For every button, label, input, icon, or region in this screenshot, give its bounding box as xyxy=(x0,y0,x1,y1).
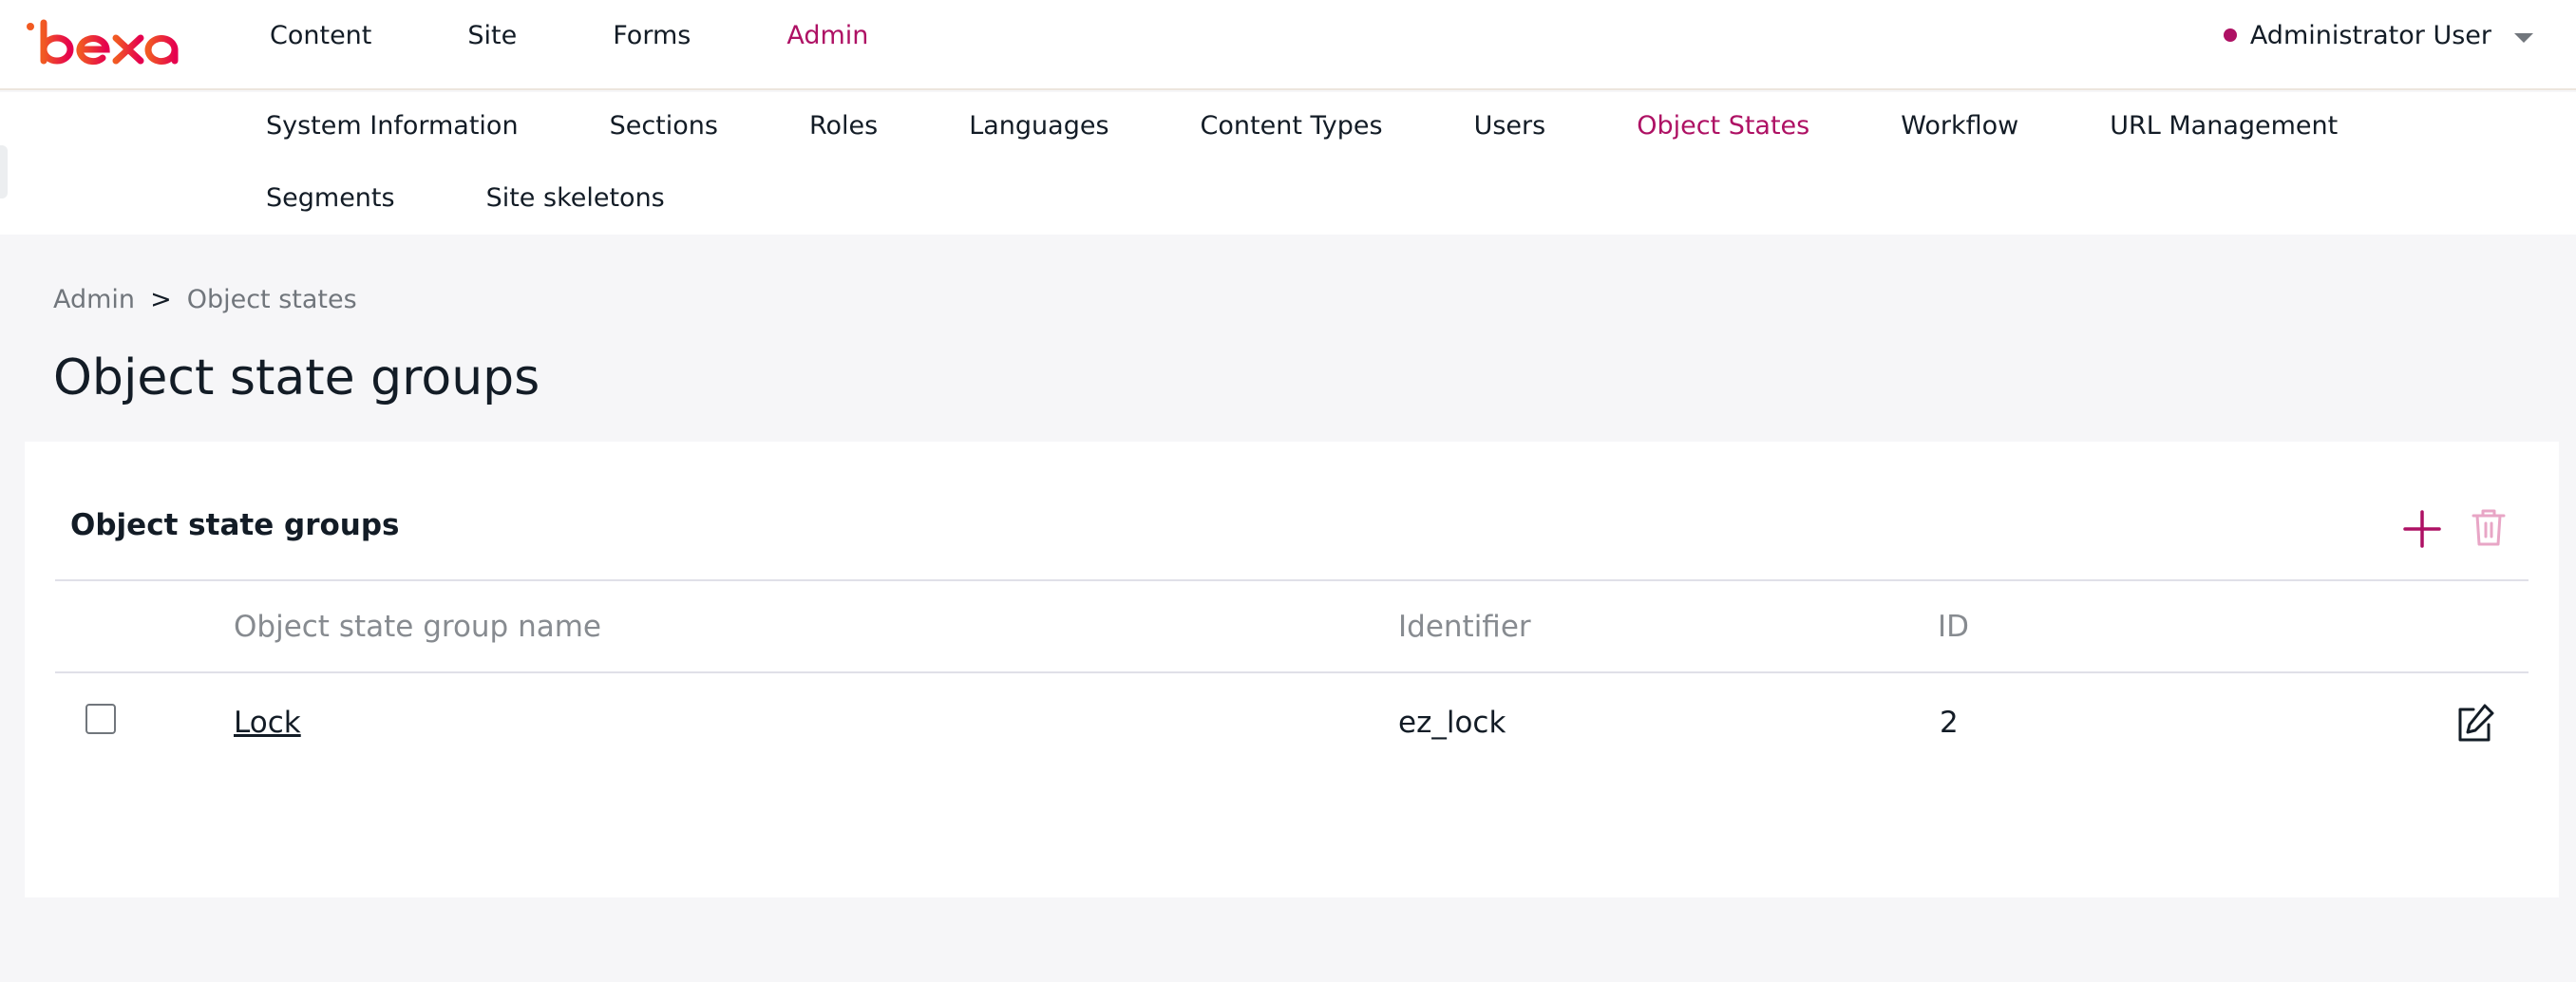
main-nav: Content Site Forms Admin xyxy=(270,0,964,71)
tab-workflow[interactable]: Workflow xyxy=(1901,111,2018,141)
subnav-row-1: System Information Sections Roles Langua… xyxy=(266,111,2429,141)
tab-sections[interactable]: Sections xyxy=(610,111,718,141)
group-identifier: ez_lock xyxy=(1398,706,1506,740)
tab-site-skeletons[interactable]: Site skeletons xyxy=(486,183,665,213)
nav-content[interactable]: Content xyxy=(270,21,371,50)
page-title: Object state groups xyxy=(53,349,540,406)
tab-system-information[interactable]: System Information xyxy=(266,111,519,141)
breadcrumb: Admin > Object states xyxy=(53,285,357,314)
group-id: 2 xyxy=(1940,706,1959,740)
tab-url-management[interactable]: URL Management xyxy=(2110,111,2338,141)
chevron-down-icon[interactable] xyxy=(2514,33,2533,43)
group-name-link[interactable]: Lock xyxy=(234,706,301,740)
sidebar-toggle[interactable] xyxy=(0,145,8,198)
breadcrumb-current: Object states xyxy=(186,285,357,314)
panel-header: Object state groups xyxy=(55,442,2529,581)
tab-segments[interactable]: Segments xyxy=(266,183,395,213)
admin-subnav: System Information Sections Roles Langua… xyxy=(0,92,2576,235)
user-name: Administrator User xyxy=(2249,20,2491,50)
table-header: Object state group name Identifier ID xyxy=(55,581,2529,673)
user-status-dot xyxy=(2223,28,2237,42)
breadcrumb-separator: > xyxy=(150,285,172,314)
table-row: Lock ez_lock 2 xyxy=(55,673,2529,778)
panel-title: Object state groups xyxy=(70,508,400,542)
top-bar: Content Site Forms Admin Administrator U… xyxy=(0,0,2576,90)
tab-users[interactable]: Users xyxy=(1474,111,1546,141)
plus-icon[interactable] xyxy=(2399,506,2445,552)
column-header-id[interactable]: ID xyxy=(1938,610,1969,644)
ibexa-logo[interactable] xyxy=(23,15,194,72)
nav-admin[interactable]: Admin xyxy=(786,21,868,50)
tab-languages[interactable]: Languages xyxy=(969,111,1108,141)
edit-icon[interactable] xyxy=(2453,700,2498,746)
subnav-row-2: Segments Site skeletons xyxy=(266,183,756,213)
tab-object-states[interactable]: Object States xyxy=(1637,111,1809,141)
tab-roles[interactable]: Roles xyxy=(809,111,878,141)
user-menu[interactable]: Administrator User xyxy=(2223,16,2533,54)
nav-forms[interactable]: Forms xyxy=(613,21,691,50)
column-header-identifier[interactable]: Identifier xyxy=(1398,610,1531,644)
object-state-groups-panel: Object state groups Object state group n… xyxy=(25,442,2559,897)
row-checkbox[interactable] xyxy=(85,704,116,734)
breadcrumb-admin[interactable]: Admin xyxy=(53,285,135,314)
tab-content-types[interactable]: Content Types xyxy=(1201,111,1383,141)
nav-site[interactable]: Site xyxy=(467,21,517,50)
trash-icon[interactable] xyxy=(2466,504,2511,550)
column-header-name[interactable]: Object state group name xyxy=(234,610,601,644)
